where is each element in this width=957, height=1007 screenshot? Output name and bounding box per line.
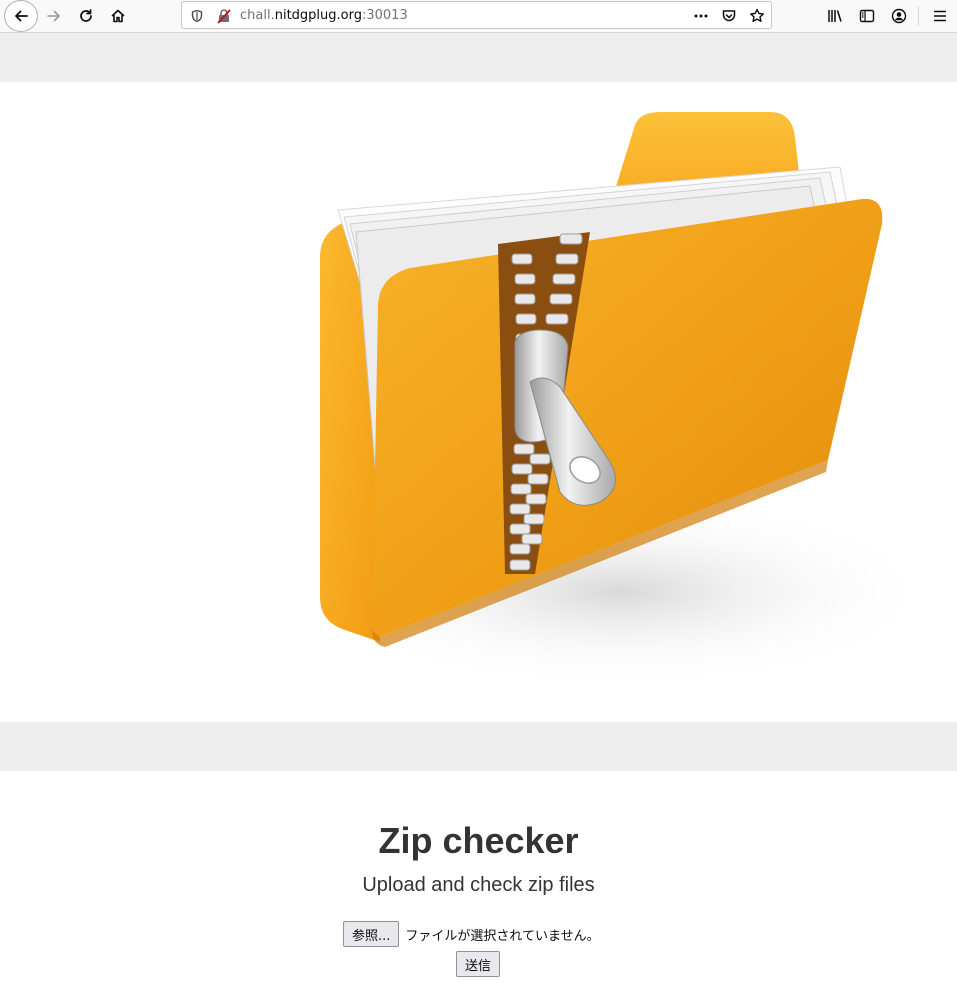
sidebar-icon [859, 9, 875, 23]
home-button[interactable] [103, 2, 133, 30]
pocket-icon[interactable] [720, 7, 738, 25]
hero-image [0, 82, 957, 722]
url-bar[interactable]: chall.nitdgplug.org:30013 [181, 1, 772, 29]
account-icon [891, 8, 907, 24]
url-text[interactable]: chall.nitdgplug.org:30013 [240, 8, 408, 23]
more-actions-icon[interactable] [692, 7, 710, 25]
shield-icon[interactable] [188, 7, 206, 25]
reload-icon [80, 9, 92, 22]
reload-button[interactable] [71, 2, 101, 30]
top-band [0, 33, 957, 82]
toolbar-divider [918, 6, 919, 26]
insecure-lock-icon[interactable] [215, 7, 233, 25]
file-status-text: ファイルが選択されていません。 [405, 928, 600, 944]
page-title: Zip checker [378, 820, 579, 861]
library-icon [828, 10, 842, 22]
arrow-right-icon [47, 10, 60, 22]
file-input[interactable]: 参照... ファイルが選択されていません。 [343, 921, 600, 947]
library-button[interactable] [820, 2, 850, 30]
submit-button[interactable]: 送信 [456, 951, 501, 977]
page-subtitle: Upload and check zip files [362, 874, 595, 896]
bookmark-star-icon[interactable] [748, 7, 766, 25]
url-host: nitdgplug.org [274, 8, 362, 23]
menu-button[interactable] [925, 2, 955, 30]
browser-toolbar: chall.nitdgplug.org:30013 [0, 0, 957, 33]
zip-folder-illustration [300, 112, 940, 687]
sidebar-button[interactable] [852, 2, 882, 30]
url-prefix: chall. [240, 8, 275, 23]
arrow-left-icon [15, 10, 28, 22]
back-button[interactable] [4, 0, 38, 32]
account-button[interactable] [884, 2, 914, 30]
hamburger-menu-icon [934, 10, 946, 22]
middle-band [0, 722, 957, 771]
browse-button[interactable]: 参照... [343, 921, 400, 947]
home-icon [111, 9, 125, 23]
page-content: Zip checker Upload and check zip files 参… [0, 33, 957, 1007]
url-suffix: :30013 [361, 8, 408, 23]
forward-button[interactable] [39, 2, 69, 30]
